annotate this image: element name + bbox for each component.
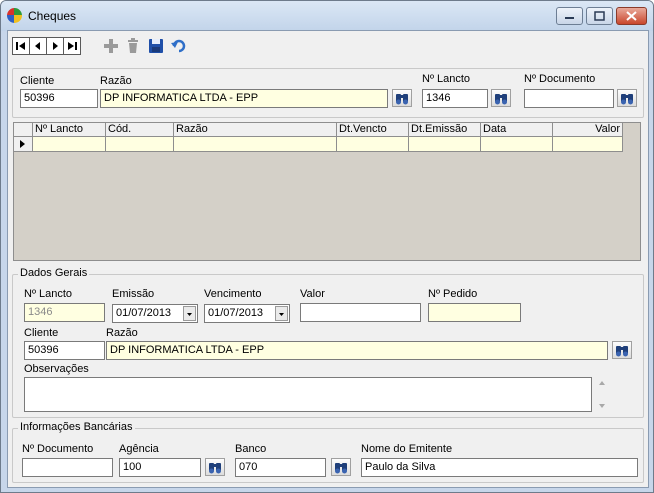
dg-cliente-label: Cliente bbox=[24, 327, 59, 339]
prev-icon bbox=[35, 42, 40, 50]
dg-emissao-dropdown[interactable] bbox=[183, 306, 196, 321]
bc-documento-input[interactable] bbox=[22, 458, 113, 477]
grid-col-valor[interactable]: Valor bbox=[553, 123, 623, 137]
binoculars-icon bbox=[396, 94, 408, 105]
grid-cell[interactable] bbox=[106, 137, 174, 152]
header-razao-search-button[interactable] bbox=[392, 89, 412, 107]
dg-vencimento-dropdown[interactable] bbox=[275, 306, 288, 321]
last-icon bbox=[68, 42, 77, 50]
header-cliente-input[interactable]: 50396 bbox=[20, 89, 98, 108]
binoculars-icon bbox=[616, 346, 628, 357]
bc-emitente-input[interactable]: Paulo da Silva bbox=[361, 458, 638, 477]
header-razao-label: Razão bbox=[100, 75, 132, 87]
chevron-down-icon bbox=[187, 313, 192, 316]
minimize-button[interactable] bbox=[556, 7, 583, 25]
dg-valor-label: Valor bbox=[300, 288, 325, 300]
dg-lancto-input: 1346 bbox=[24, 303, 105, 322]
header-documento-label: Nº Documento bbox=[524, 73, 596, 85]
bc-agencia-search-button[interactable] bbox=[205, 458, 225, 476]
title-bar: Cheques bbox=[1, 1, 653, 31]
bc-documento-label: Nº Documento bbox=[22, 443, 94, 455]
grid-indicator-header bbox=[14, 123, 33, 137]
grid-col-lancto[interactable]: Nº Lancto bbox=[33, 123, 106, 137]
dg-lancto-label: Nº Lancto bbox=[24, 288, 73, 300]
dg-razao-input[interactable]: DP INFORMATICA LTDA - EPP bbox=[106, 341, 608, 360]
dg-vencimento-datepicker[interactable]: 01/07/2013 bbox=[204, 304, 290, 323]
bc-emitente-label: Nome do Emitente bbox=[361, 443, 453, 455]
header-lancto-search-button[interactable] bbox=[491, 89, 511, 107]
app-icon bbox=[7, 8, 22, 23]
grid-cell[interactable] bbox=[174, 137, 337, 152]
nav-last-button[interactable] bbox=[63, 37, 81, 55]
first-icon bbox=[16, 42, 25, 50]
undo-button[interactable] bbox=[170, 37, 188, 55]
dados-gerais-title: Dados Gerais bbox=[18, 267, 90, 279]
dg-emissao-label: Emissão bbox=[112, 288, 155, 300]
undo-icon bbox=[171, 39, 186, 53]
dg-vencimento-label: Vencimento bbox=[204, 288, 262, 300]
add-button[interactable] bbox=[102, 37, 120, 55]
grid-col-dtvencto[interactable]: Dt.Vencto bbox=[337, 123, 409, 137]
trash-icon bbox=[128, 38, 138, 53]
dg-pedido-label: Nº Pedido bbox=[428, 288, 478, 300]
binoculars-icon bbox=[209, 463, 221, 474]
dg-vencimento-value: 01/07/2013 bbox=[208, 307, 264, 319]
binoculars-icon bbox=[495, 94, 507, 105]
grid-cell[interactable] bbox=[553, 137, 623, 152]
dg-razao-search-button[interactable] bbox=[612, 341, 632, 359]
bc-agencia-label: Agência bbox=[119, 443, 159, 455]
dg-obs-label: Observações bbox=[24, 363, 89, 375]
header-documento-search-button[interactable] bbox=[617, 89, 637, 107]
grid-col-dtemissao[interactable]: Dt.Emissão bbox=[409, 123, 481, 137]
grid-col-cod[interactable]: Cód. bbox=[106, 123, 174, 137]
dg-obs-scrollbar[interactable] bbox=[596, 377, 608, 412]
cheques-window: Cheques Cliente 50396 Razão DP INFORMATI… bbox=[0, 0, 654, 493]
plus-icon bbox=[104, 39, 118, 53]
dg-razao-label: Razão bbox=[106, 327, 138, 339]
grid-col-razao[interactable]: Razão bbox=[174, 123, 337, 137]
dg-obs-textarea[interactable] bbox=[24, 377, 592, 412]
scroll-up-icon bbox=[599, 381, 605, 385]
bc-banco-input[interactable]: 070 bbox=[235, 458, 326, 477]
delete-button[interactable] bbox=[124, 37, 142, 55]
grid-cell[interactable] bbox=[33, 137, 106, 152]
grid-row-indicator[interactable] bbox=[14, 137, 33, 152]
grid-cell[interactable] bbox=[409, 137, 481, 152]
nav-next-button[interactable] bbox=[46, 37, 64, 55]
window-title: Cheques bbox=[28, 9, 77, 23]
cheques-grid[interactable]: Nº Lancto Cód. Razão Dt.Vencto Dt.Emissã… bbox=[13, 122, 641, 261]
header-lancto-input[interactable]: 1346 bbox=[422, 89, 488, 108]
grid-cell[interactable] bbox=[337, 137, 409, 152]
header-lancto-label: Nº Lancto bbox=[422, 73, 471, 85]
bc-agencia-input[interactable]: 100 bbox=[119, 458, 201, 477]
bc-banco-search-button[interactable] bbox=[331, 458, 351, 476]
header-razao-input[interactable]: DP INFORMATICA LTDA - EPP bbox=[100, 89, 388, 108]
grid-cell[interactable] bbox=[481, 137, 553, 152]
grid-col-data[interactable]: Data bbox=[481, 123, 553, 137]
dg-pedido-input[interactable] bbox=[428, 303, 521, 322]
nav-first-button[interactable] bbox=[12, 37, 30, 55]
row-pointer-icon bbox=[20, 140, 25, 148]
bc-banco-label: Banco bbox=[235, 443, 267, 455]
bancarias-title: Informações Bancárias bbox=[18, 421, 135, 433]
binoculars-icon bbox=[621, 94, 633, 105]
scroll-down-icon bbox=[599, 404, 605, 408]
dg-valor-input[interactable] bbox=[300, 303, 421, 322]
close-button[interactable] bbox=[616, 7, 647, 25]
window-client-area: Cliente 50396 Razão DP INFORMATICA LTDA … bbox=[7, 30, 649, 488]
floppy-icon bbox=[149, 39, 163, 53]
maximize-button[interactable] bbox=[586, 7, 613, 25]
nav-prev-button[interactable] bbox=[29, 37, 47, 55]
chevron-down-icon bbox=[279, 313, 284, 316]
binoculars-icon bbox=[335, 463, 347, 474]
header-cliente-label: Cliente bbox=[20, 75, 55, 87]
header-documento-input[interactable] bbox=[524, 89, 614, 108]
dg-emissao-value: 01/07/2013 bbox=[116, 307, 172, 319]
dg-cliente-input[interactable]: 50396 bbox=[24, 341, 105, 360]
dg-emissao-datepicker[interactable]: 01/07/2013 bbox=[112, 304, 198, 323]
save-button[interactable] bbox=[147, 37, 165, 55]
next-icon bbox=[53, 42, 58, 50]
